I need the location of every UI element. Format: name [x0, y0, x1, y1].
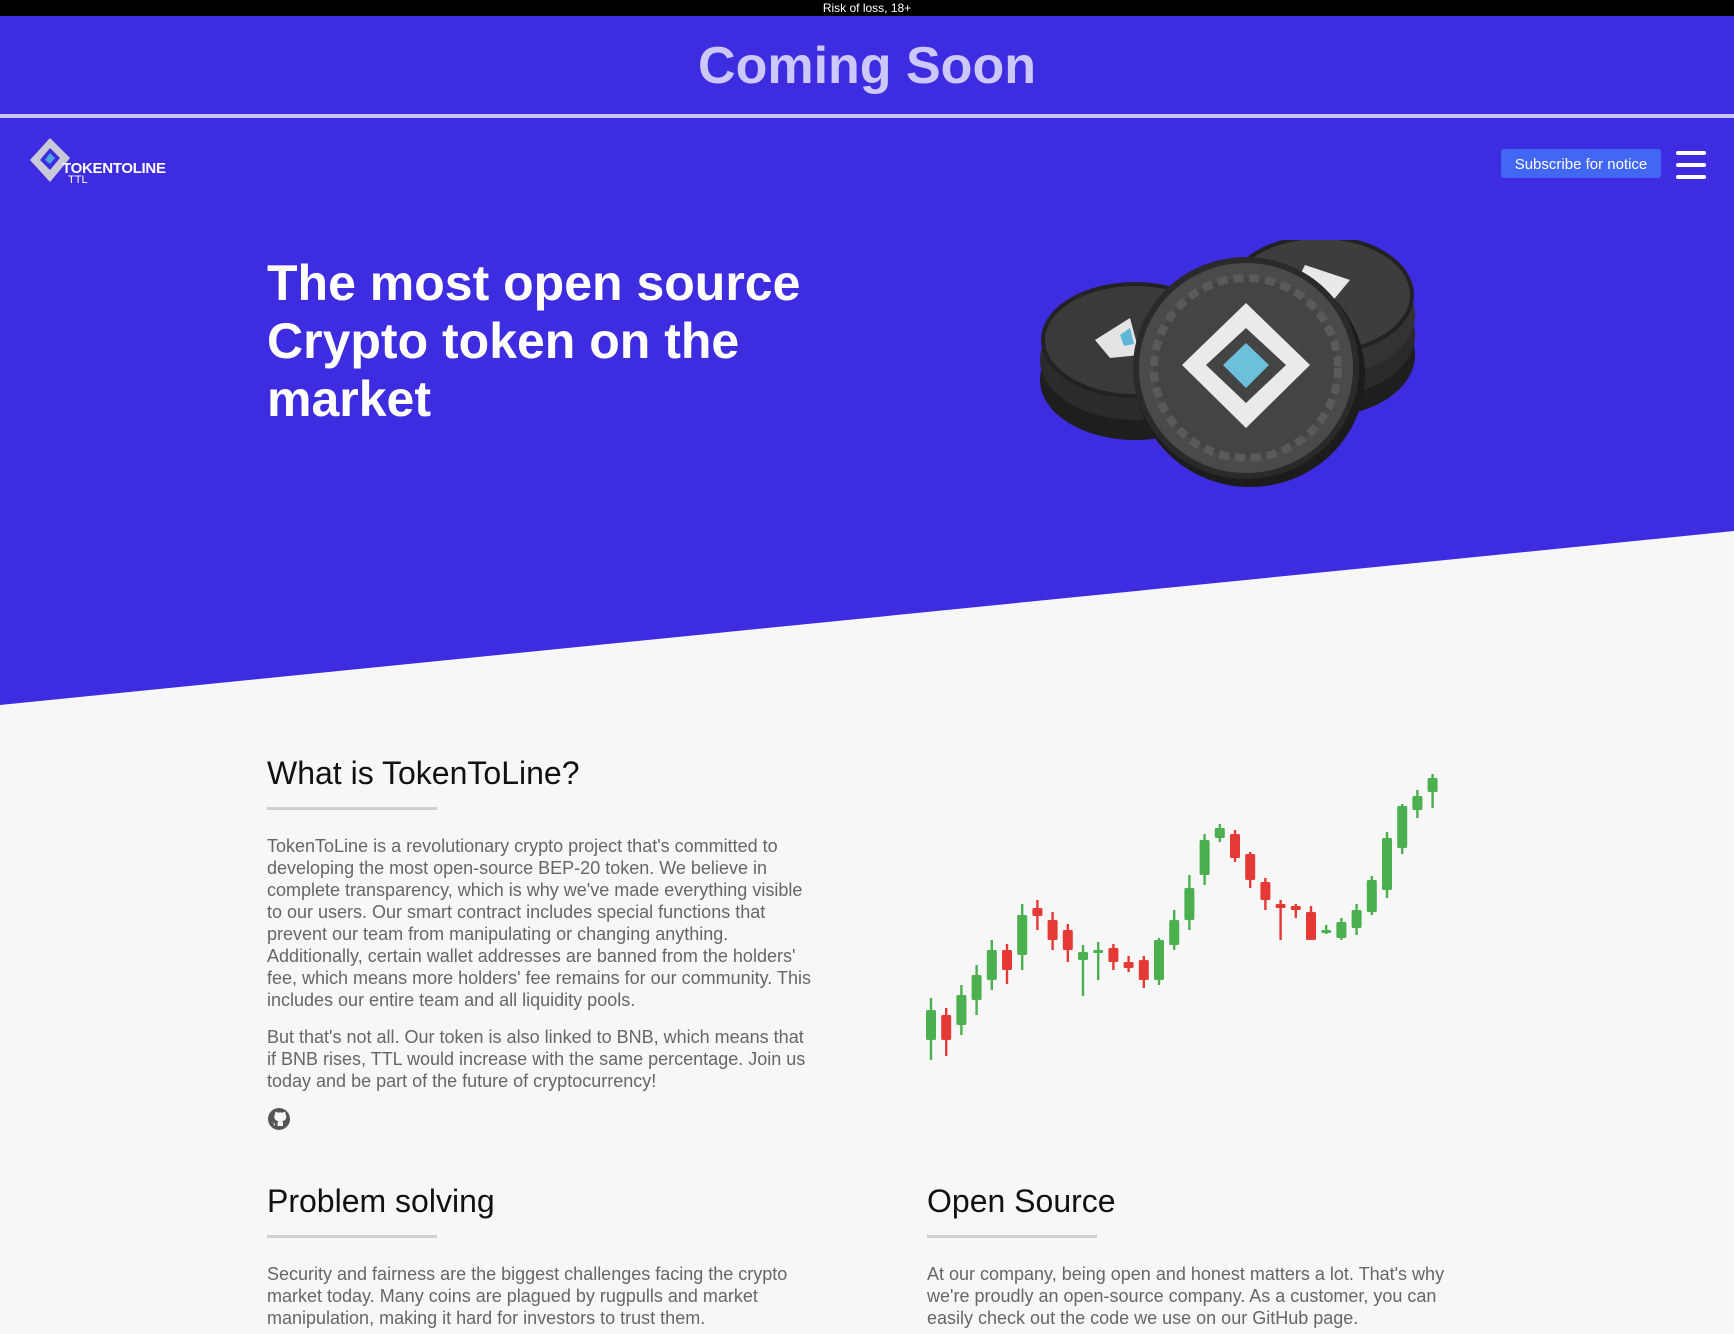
candle-body — [1078, 952, 1088, 960]
candle-body — [1230, 834, 1240, 858]
problem-heading: Problem solving — [267, 1183, 495, 1219]
problem-heading-rule — [267, 1235, 437, 1238]
candle-body — [1351, 910, 1362, 928]
candlestick-illustration — [926, 774, 1438, 1060]
candle-body — [1199, 840, 1210, 875]
candle-body — [1123, 962, 1134, 968]
candle-body — [1382, 838, 1392, 890]
subscribe-button[interactable]: Subscribe for notice — [1501, 149, 1661, 178]
candle-body — [1290, 906, 1301, 910]
candle-body — [1260, 882, 1271, 900]
candle-body — [1184, 888, 1195, 920]
about-paragraph-2: But that's not all. Our token is also li… — [267, 1027, 806, 1091]
coming-soon-banner: Coming Soon — [698, 37, 1036, 95]
candle-body — [1366, 880, 1377, 912]
open-source-heading-rule — [927, 1235, 1097, 1238]
about-paragraph-1: TokenToLine is a revolutionary crypto pr… — [267, 836, 811, 1010]
site-logo[interactable]: TOKENTOLINE TTL — [28, 136, 198, 188]
candle-body — [1412, 796, 1423, 810]
candle-body — [971, 975, 982, 1000]
candle-body — [1017, 915, 1028, 955]
risk-notice-bar: Risk of loss, 18+ — [0, 0, 1734, 16]
hamburger-menu-icon[interactable] — [1674, 150, 1708, 180]
candle-body — [1336, 922, 1347, 938]
hero-background — [0, 16, 1734, 705]
candle-body — [1154, 940, 1164, 980]
candle-body — [1062, 930, 1073, 950]
candle-body — [1047, 920, 1058, 940]
candle-body — [1397, 806, 1408, 848]
logo-ticker: TTL — [68, 174, 88, 186]
candle-body — [1306, 912, 1316, 940]
candle-body — [1108, 948, 1119, 962]
candle-body — [1321, 930, 1332, 933]
candle-body — [1214, 828, 1225, 838]
github-icon[interactable] — [267, 1107, 291, 1131]
candle-body — [1427, 778, 1438, 792]
open-source-heading: Open Source — [927, 1183, 1116, 1219]
candle-body — [1032, 908, 1043, 916]
candle-body — [941, 1015, 952, 1040]
candle-body — [1093, 950, 1104, 953]
banner-divider — [0, 114, 1734, 118]
stacked-coins-image — [1040, 240, 1415, 487]
candle-body — [1275, 904, 1286, 908]
hero-title: The most open source Crypto token on the… — [267, 255, 801, 427]
open-source-paragraph: At our company, being open and honest ma… — [927, 1264, 1445, 1328]
candle-body — [1138, 960, 1149, 980]
about-heading-rule — [267, 807, 437, 810]
candle-body — [1169, 920, 1180, 945]
candle-body — [986, 950, 997, 980]
candle-body — [926, 1010, 936, 1040]
candle-body — [956, 995, 967, 1025]
about-heading: What is TokenToLine? — [267, 755, 580, 791]
candle-body — [1002, 950, 1012, 970]
candle-body — [1245, 854, 1256, 880]
problem-paragraph: Security and fairness are the biggest ch… — [267, 1264, 788, 1328]
